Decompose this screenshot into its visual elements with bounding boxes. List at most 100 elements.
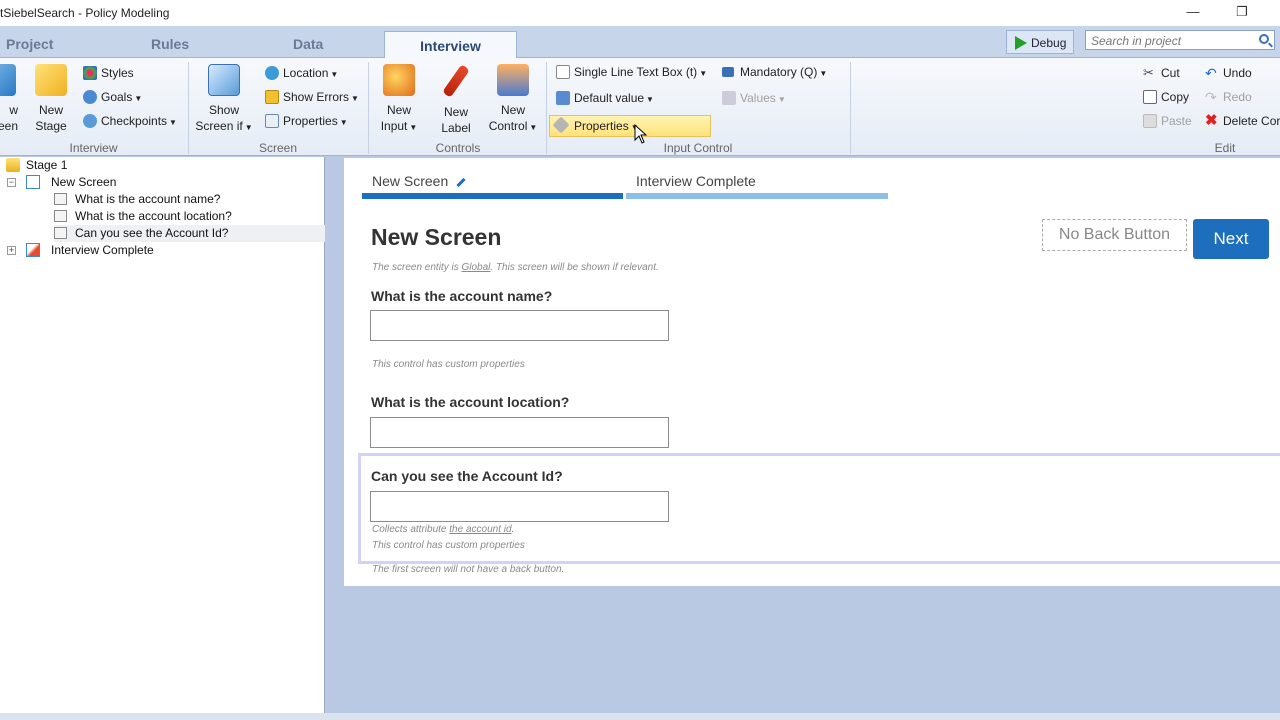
no-back-button[interactable]: No Back Button	[1042, 219, 1187, 251]
tree-node-screen[interactable]: − New Screen	[6, 174, 116, 191]
question-label: Can you see the Account Id?	[371, 468, 563, 484]
copy-button[interactable]: Copy	[1143, 88, 1189, 106]
goals-icon	[83, 90, 97, 104]
new-screen-label-1: w	[9, 103, 18, 117]
new-label-label-2: Label	[441, 121, 471, 135]
restore-button[interactable]: ❐	[1232, 4, 1252, 20]
default-value-icon	[556, 91, 570, 105]
control-icon	[54, 227, 67, 239]
new-control-icon	[497, 64, 529, 96]
progress-step-current[interactable]: New Screen	[372, 173, 466, 189]
account-location-input[interactable]	[370, 417, 669, 448]
new-stage-button[interactable]: New Stage	[30, 64, 72, 134]
screen-properties-button[interactable]: Properties ▼	[265, 112, 348, 130]
control-icon	[54, 193, 67, 205]
tree-interview-complete-label: Interview Complete	[51, 243, 154, 257]
pencil-icon	[442, 64, 470, 98]
tree-item[interactable]: What is the account location?	[54, 208, 232, 225]
question-label: What is the account location?	[371, 394, 570, 410]
folder-icon	[35, 64, 67, 96]
warning-icon	[265, 90, 279, 104]
search-icon[interactable]	[1259, 34, 1269, 44]
new-control-label-2: Control ▼	[488, 119, 538, 133]
account-id-input[interactable]	[370, 491, 669, 522]
values-label: Values	[740, 91, 776, 105]
delete-icon: ✖	[1205, 112, 1218, 129]
new-screen-button[interactable]: w een	[0, 64, 18, 134]
scissors-icon: ✂	[1143, 65, 1154, 80]
new-screen-label-2: een	[0, 119, 18, 133]
paste-button[interactable]: Paste	[1143, 112, 1192, 130]
undo-button[interactable]: ↶ Undo	[1205, 64, 1252, 82]
global-entity-link[interactable]: Global	[461, 262, 490, 273]
copy-icon	[1143, 90, 1157, 104]
tab-rules[interactable]: Rules	[151, 36, 189, 52]
tree-node-interview-complete[interactable]: + Interview Complete	[6, 242, 154, 259]
control-properties-button[interactable]: Properties▼	[549, 115, 711, 137]
tree-item-label: Can you see the Account Id?	[75, 226, 229, 240]
palette-icon	[83, 66, 97, 80]
textbox-icon	[556, 65, 570, 79]
goals-label: Goals	[101, 90, 133, 104]
location-button[interactable]: Location ▼	[265, 64, 338, 82]
tree-node-stage[interactable]: Stage 1	[6, 157, 67, 174]
main-tab-bar: Project Rules Data Interview Debug Searc…	[0, 26, 1280, 59]
chevron-down-icon: ▼	[351, 94, 359, 103]
cut-button[interactable]: ✂ Cut	[1143, 64, 1180, 82]
screen-preview: New Screen Interview Complete New Screen…	[344, 158, 1280, 586]
new-control-button[interactable]: New Control ▼	[486, 64, 540, 136]
default-value-button[interactable]: Default value ▼	[556, 89, 654, 107]
show-screen-if-button[interactable]: Show Screen if ▼	[195, 64, 253, 136]
new-input-label-2: Input ▼	[380, 119, 418, 133]
paste-label: Paste	[1161, 114, 1192, 128]
screen-entity-note: The screen entity is Global. This screen…	[372, 262, 659, 273]
account-id-attribute-link[interactable]: the account id	[449, 524, 511, 535]
tree-item-label: What is the account name?	[75, 192, 221, 206]
values-button[interactable]: Values ▼	[722, 89, 786, 107]
tree-item[interactable]: What is the account name?	[54, 191, 220, 208]
show-errors-button[interactable]: Show Errors ▼	[265, 88, 359, 106]
edit-pencil-icon[interactable]	[456, 177, 466, 187]
tab-interview[interactable]: Interview	[384, 31, 517, 59]
debug-button[interactable]: Debug	[1006, 30, 1074, 54]
progress-bar-todo	[626, 193, 888, 199]
window-title: tSiebelSearch - Policy Modeling	[0, 6, 170, 20]
collapse-icon[interactable]: −	[7, 178, 16, 187]
next-button[interactable]: Next	[1193, 219, 1269, 259]
tree-item-selected[interactable]: Can you see the Account Id?	[54, 225, 325, 242]
minimize-button[interactable]: —	[1183, 4, 1203, 20]
values-icon	[722, 91, 736, 105]
tab-project[interactable]: Project	[6, 36, 53, 52]
tab-data[interactable]: Data	[293, 36, 323, 52]
new-input-button[interactable]: New Input ▼	[376, 64, 422, 136]
progress-step-next[interactable]: Interview Complete	[636, 173, 756, 189]
checkpoints-label: Checkpoints	[101, 114, 168, 128]
group-label-edit: Edit	[1214, 141, 1236, 155]
single-line-text-box-button[interactable]: Single Line Text Box (t) ▼	[556, 63, 707, 81]
progress-bar-done	[362, 193, 623, 199]
tree-screen-label: New Screen	[51, 175, 117, 189]
styles-button[interactable]: Styles	[83, 64, 134, 82]
expand-icon[interactable]: +	[7, 246, 16, 255]
new-input-icon	[383, 64, 415, 96]
wrench-icon	[552, 116, 570, 134]
checkpoints-button[interactable]: Checkpoints ▼	[83, 112, 177, 130]
account-name-input[interactable]	[370, 310, 669, 341]
chevron-down-icon: ▼	[819, 69, 828, 78]
redo-button[interactable]: ↷ Redo	[1205, 88, 1252, 106]
mouse-cursor-icon	[634, 124, 648, 144]
mandatory-button[interactable]: Mandatory (Q) ▼	[722, 63, 827, 81]
chevron-down-icon: ▼	[777, 95, 786, 104]
search-input[interactable]: Search in project	[1085, 30, 1275, 50]
folder-icon	[6, 158, 20, 172]
tree-item-label: What is the account location?	[75, 209, 232, 223]
interview-tree: Stage 1 − New Screen What is the account…	[0, 157, 325, 713]
title-bar: tSiebelSearch - Policy Modeling — ❐	[0, 0, 1280, 26]
delete-button[interactable]: ✖ Delete Cor	[1205, 112, 1280, 130]
footer-note: The first screen will not have a back bu…	[372, 564, 565, 575]
goals-button[interactable]: Goals ▼	[83, 88, 142, 106]
group-label-input-control: Input Control	[663, 141, 733, 155]
new-label-button[interactable]: New Label	[434, 64, 478, 136]
show-screen-label-1: Show	[208, 103, 240, 117]
location-icon	[265, 66, 279, 80]
